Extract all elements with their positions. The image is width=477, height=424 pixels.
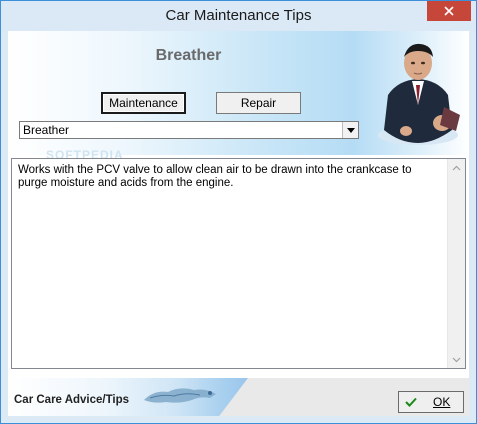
tip-description[interactable]: Works with the PCV valve to allow clean … bbox=[11, 158, 466, 369]
dropdown-arrow[interactable] bbox=[342, 122, 358, 138]
ok-button[interactable]: OK bbox=[398, 391, 464, 413]
ok-button-label: OK bbox=[433, 395, 451, 409]
scroll-up-button[interactable] bbox=[448, 159, 465, 176]
app-window: Car Maintenance Tips Breather Maintenanc… bbox=[0, 0, 477, 424]
checkmark-icon bbox=[405, 397, 417, 407]
header-panel: Breather Maintenance Repair Breather bbox=[8, 31, 469, 155]
window-title: Car Maintenance Tips bbox=[165, 7, 312, 24]
tip-select-value: Breather bbox=[23, 123, 70, 137]
title-bar[interactable]: Car Maintenance Tips bbox=[1, 1, 476, 31]
footer-label: Car Care Advice/Tips bbox=[14, 394, 130, 406]
maintenance-button[interactable]: Maintenance bbox=[101, 92, 186, 114]
chevron-down-icon bbox=[346, 127, 355, 133]
close-button[interactable] bbox=[427, 1, 471, 21]
tip-heading: Breather bbox=[155, 47, 222, 64]
scroll-down-button[interactable] bbox=[448, 351, 465, 368]
chevron-down-icon bbox=[452, 357, 461, 362]
vertical-scrollbar[interactable] bbox=[447, 159, 465, 368]
close-icon bbox=[444, 6, 454, 16]
mechanic-illustration bbox=[378, 43, 460, 145]
client-area: Breather Maintenance Repair Breather SOF… bbox=[8, 31, 469, 416]
repair-button[interactable]: Repair bbox=[216, 92, 301, 114]
tip-select[interactable]: Breather bbox=[19, 121, 359, 139]
chevron-up-icon bbox=[452, 165, 461, 170]
footer-bar: Car Care Advice/Tips OK bbox=[8, 378, 469, 416]
panther-logo bbox=[144, 388, 216, 403]
tip-description-text: Works with the PCV valve to allow clean … bbox=[18, 164, 412, 189]
